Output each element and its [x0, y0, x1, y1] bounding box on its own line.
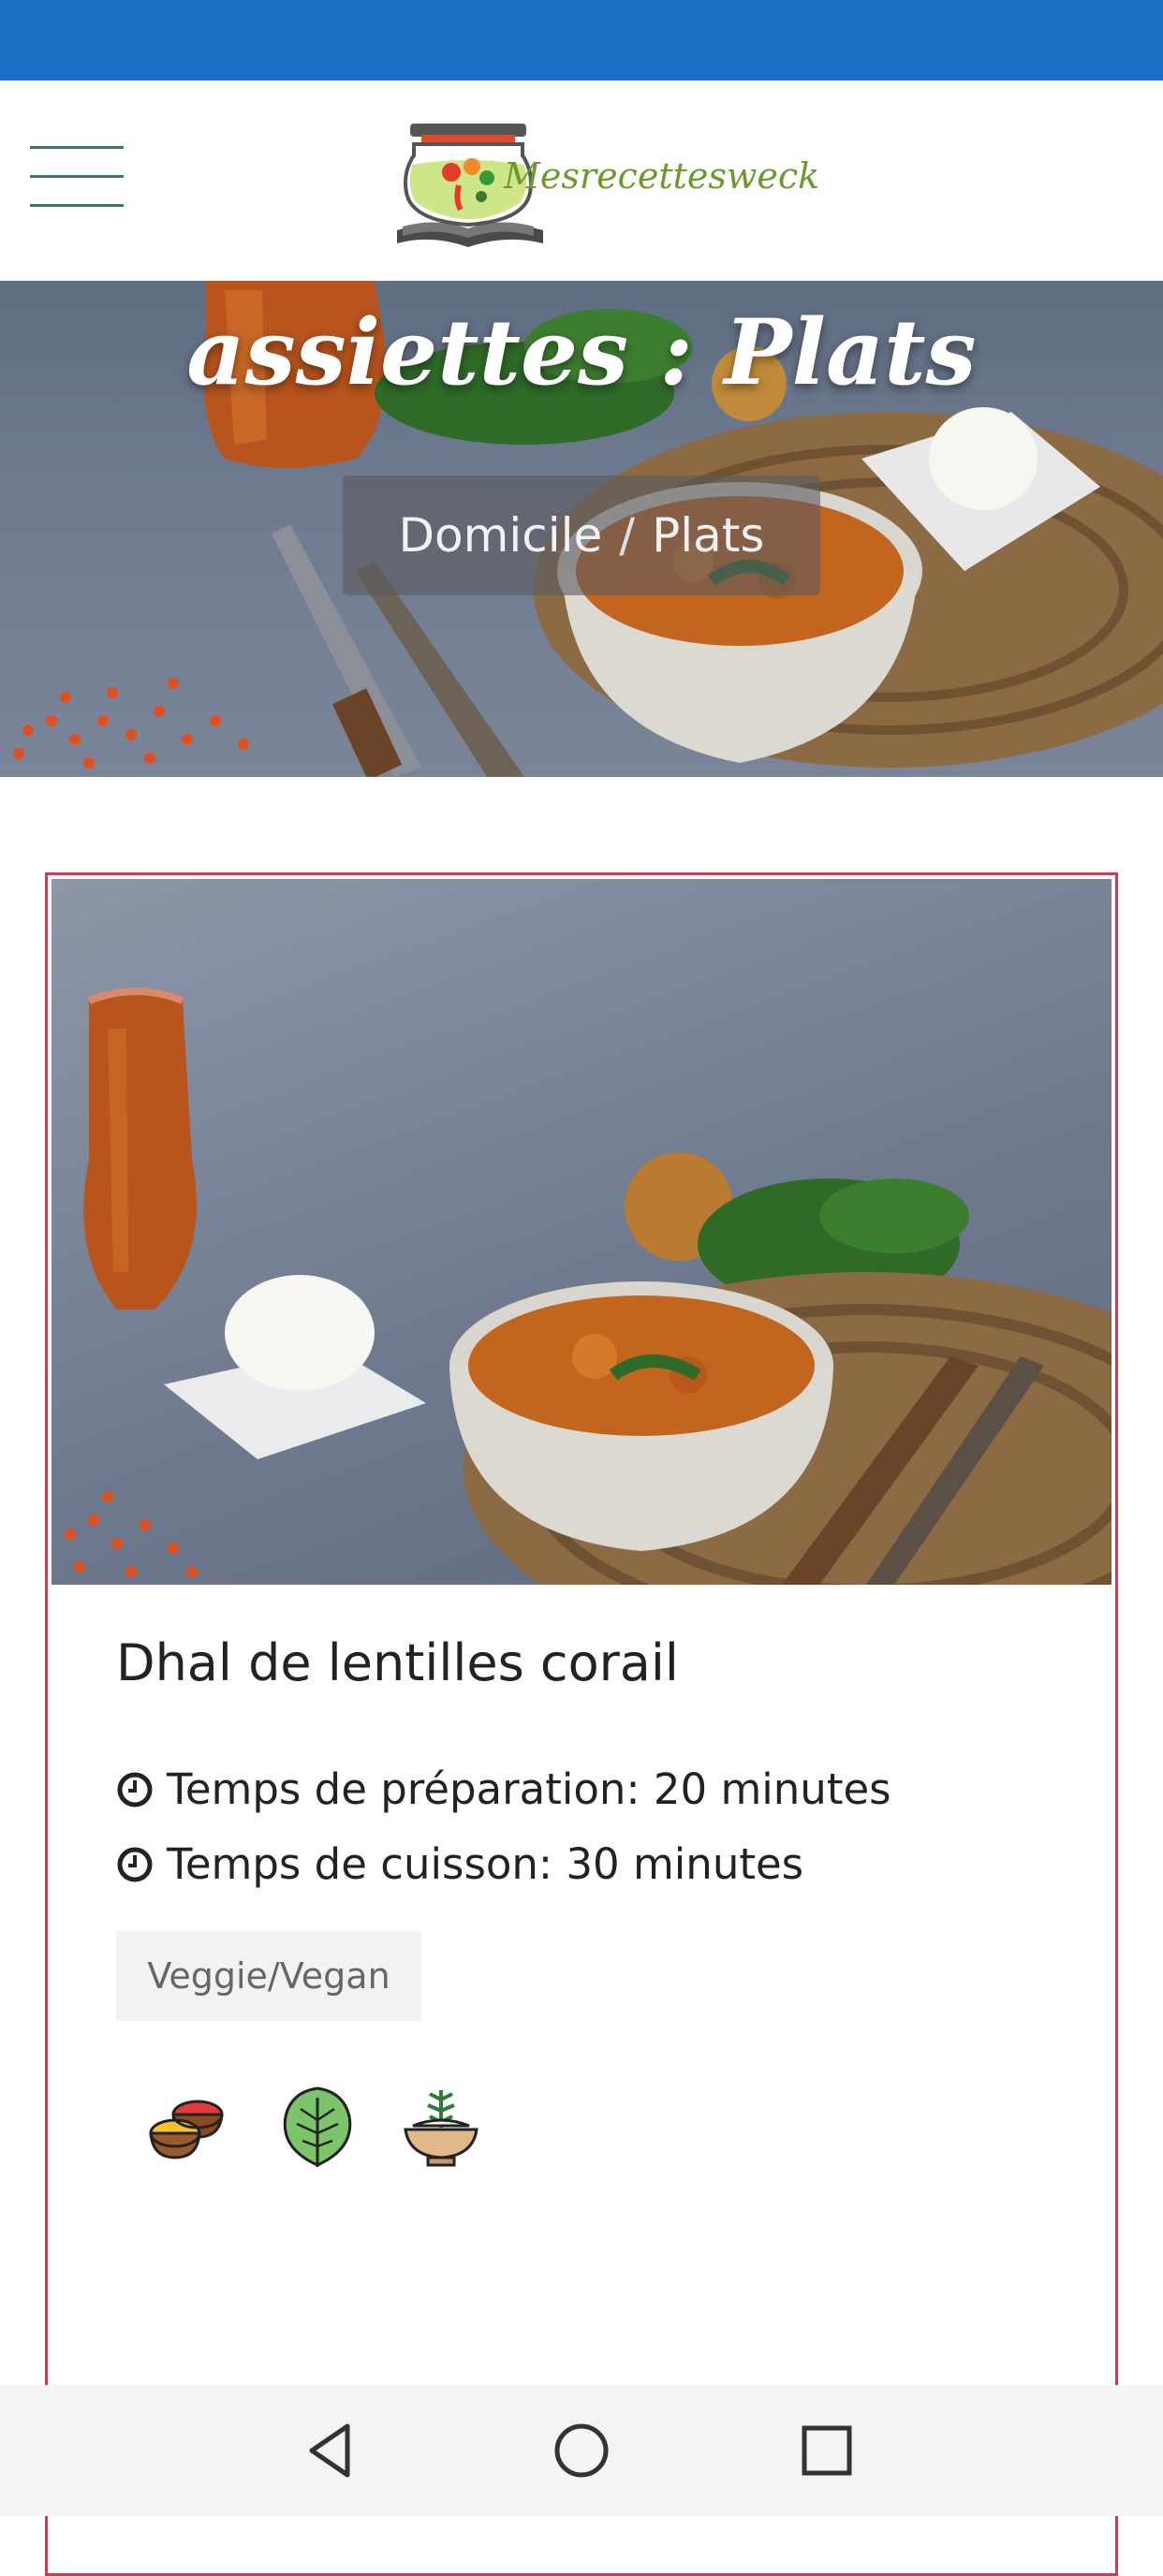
android-nav-bar: [0, 2385, 1163, 2516]
recipe-title[interactable]: Dhal de lentilles corail: [116, 1633, 679, 1692]
breadcrumb-home-link[interactable]: Domicile: [399, 508, 603, 563]
page-title: assiettes : Plats: [186, 300, 977, 405]
spinach-leaf-icon: [272, 2083, 362, 2173]
prep-time: Temps de préparation: 20 minutes: [116, 1764, 891, 1814]
breadcrumb: Domicile / Plats: [343, 476, 820, 595]
recipe-card[interactable]: Dhal de lentilles corail Temps de prépar…: [45, 872, 1118, 2576]
cook-time: Temps de cuisson: 30 minutes: [116, 1839, 803, 1889]
hamburger-menu-icon[interactable]: [28, 146, 125, 208]
prep-time-text: Temps de préparation: 20 minutes: [167, 1764, 891, 1814]
spices-icon: [141, 2083, 231, 2173]
rice-bowl-icon: [396, 2083, 486, 2173]
cook-time-text: Temps de cuisson: 30 minutes: [167, 1839, 804, 1889]
clock-icon: [116, 1771, 154, 1808]
category-tag[interactable]: Veggie/Vegan: [116, 1931, 421, 2021]
recipe-image[interactable]: [52, 879, 1111, 1585]
status-bar: [0, 0, 1163, 80]
logo-text: Mesrecettesweck: [504, 155, 820, 197]
breadcrumb-separator: /: [619, 508, 636, 563]
recents-square-icon[interactable]: [789, 2413, 864, 2488]
recipe-food-photo: [65, 988, 1111, 1585]
site-logo[interactable]: Mesrecettesweck: [393, 107, 819, 256]
hero-banner: assiettes : Plats Domicile / Plats: [0, 281, 1163, 777]
site-header: Mesrecettesweck: [0, 80, 1163, 281]
home-circle-icon[interactable]: [544, 2413, 619, 2488]
clock-icon: [116, 1846, 154, 1883]
back-triangle-icon[interactable]: [295, 2413, 370, 2488]
breadcrumb-current: Plats: [652, 508, 765, 563]
